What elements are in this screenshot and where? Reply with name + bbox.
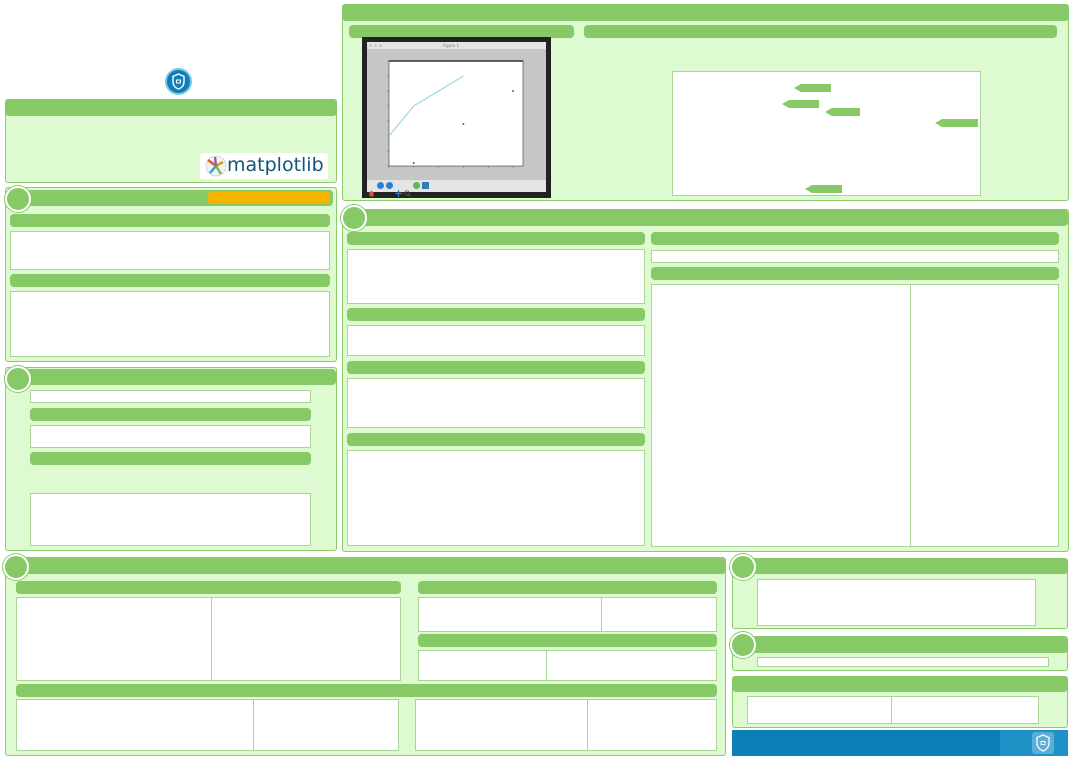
section-5c-box bbox=[418, 650, 717, 681]
footer-bar bbox=[732, 730, 1068, 756]
section-4a-header bbox=[347, 232, 645, 245]
section-2-marker bbox=[5, 186, 31, 212]
cheatsheet-badge-icon bbox=[172, 73, 185, 90]
anatomy-label-5 bbox=[805, 185, 842, 193]
section-5b-column-divider bbox=[601, 598, 602, 631]
section-4b-box bbox=[347, 325, 645, 356]
home-icon[interactable] bbox=[368, 182, 375, 197]
cheatsheet-badge-icon bbox=[1036, 734, 1050, 752]
section-4f-box bbox=[651, 284, 1059, 547]
section-5b-header bbox=[418, 581, 717, 594]
intro-panel-header bbox=[5, 99, 337, 116]
section-3-header bbox=[18, 369, 336, 385]
anatomy-label-1 bbox=[794, 84, 831, 92]
section-4-marker bbox=[341, 205, 367, 231]
section-7-marker bbox=[730, 632, 756, 658]
section-4b-header bbox=[347, 308, 645, 321]
save-icon[interactable] bbox=[422, 182, 429, 189]
section-3a-box bbox=[30, 390, 311, 403]
figure-window-title: Figure 1 bbox=[443, 43, 460, 48]
figure-panel-header bbox=[342, 4, 1069, 21]
section-6-header bbox=[744, 558, 1068, 574]
section-4e-header bbox=[651, 232, 1059, 245]
section-2a-header bbox=[10, 214, 330, 227]
section-7-header bbox=[744, 637, 1068, 653]
figure-subheader-right bbox=[584, 25, 1057, 38]
section-5-marker bbox=[3, 554, 29, 580]
anatomy-label-2 bbox=[782, 100, 819, 108]
window-min-dot[interactable] bbox=[374, 44, 377, 47]
section-3b-box bbox=[30, 425, 311, 448]
section-5a-header bbox=[16, 581, 401, 594]
section-5d-right-divider bbox=[587, 700, 588, 750]
anatomy-label-3 bbox=[825, 108, 860, 116]
section-2b-header bbox=[10, 274, 330, 287]
figure-window: Figure 1 bbox=[362, 37, 551, 198]
section-4d-header bbox=[347, 433, 645, 446]
section-5c-column-divider bbox=[546, 651, 547, 680]
section-4d-box bbox=[347, 450, 645, 546]
section-5d-box-left bbox=[16, 699, 399, 751]
forward-arrow-icon[interactable] bbox=[386, 182, 393, 189]
section-5d-box-right bbox=[415, 699, 717, 751]
scatter-point bbox=[412, 162, 415, 164]
section-6-box bbox=[757, 579, 1036, 626]
window-close-dot[interactable] bbox=[369, 44, 372, 47]
plot-axes bbox=[388, 60, 524, 167]
section-4c-box bbox=[347, 378, 645, 428]
section-4f-header bbox=[651, 267, 1059, 280]
figure-canvas bbox=[367, 49, 546, 180]
pan-icon[interactable] bbox=[395, 182, 402, 197]
library-logo: matplotlib bbox=[200, 153, 328, 179]
section-3b-header bbox=[30, 408, 311, 421]
section-5a-column-divider bbox=[211, 598, 212, 680]
highlight-badge bbox=[208, 192, 330, 204]
section-5b-box bbox=[418, 597, 717, 632]
section-5d-left-divider bbox=[253, 700, 254, 750]
section-8-box bbox=[747, 696, 1039, 724]
scatter-point bbox=[512, 90, 514, 92]
anatomy-label-4 bbox=[935, 119, 978, 127]
section-5c-header bbox=[418, 634, 717, 647]
section-3c-header bbox=[30, 452, 311, 465]
section-4e-box bbox=[651, 250, 1059, 263]
section-3c-box bbox=[30, 493, 311, 546]
back-arrow-icon[interactable] bbox=[377, 182, 384, 189]
section-5-header bbox=[18, 558, 726, 574]
section-8-header bbox=[732, 676, 1068, 692]
figure-toolbar bbox=[367, 180, 546, 198]
header-badge bbox=[165, 68, 192, 95]
section-4-header bbox=[355, 209, 1068, 226]
figure-window-titlebar: Figure 1 bbox=[367, 42, 546, 49]
section-2a-box bbox=[10, 231, 330, 270]
library-name: matplotlib bbox=[227, 154, 324, 176]
section-4f-column-divider bbox=[910, 285, 911, 546]
section-4a-box bbox=[347, 249, 645, 304]
zoom-icon[interactable] bbox=[404, 182, 412, 198]
configure-icon[interactable] bbox=[413, 182, 420, 189]
section-7-box bbox=[757, 657, 1049, 667]
figure-chart bbox=[387, 60, 524, 168]
window-max-dot[interactable] bbox=[379, 44, 382, 47]
section-6-marker bbox=[730, 554, 756, 580]
section-2b-box bbox=[10, 291, 330, 357]
scatter-point bbox=[462, 123, 465, 125]
section-4c-header bbox=[347, 361, 645, 374]
section-5a-box bbox=[16, 597, 401, 681]
matplotlib-logo-icon bbox=[205, 155, 227, 177]
section-3-marker bbox=[5, 366, 31, 392]
section-8-column-divider bbox=[891, 697, 892, 723]
section-5d-header bbox=[16, 684, 717, 697]
footer-badge bbox=[1032, 732, 1054, 754]
